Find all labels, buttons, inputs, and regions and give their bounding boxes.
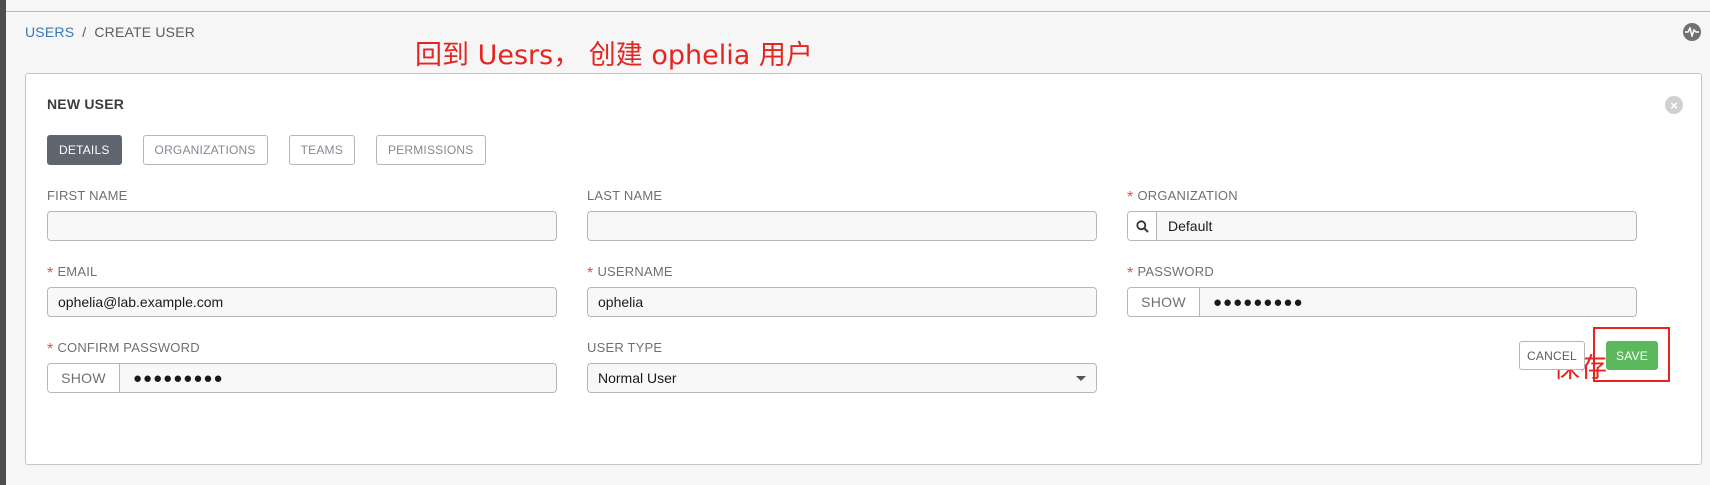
required-marker: * bbox=[587, 265, 594, 282]
confirm-password-group: SHOW ●●●●●●●●● bbox=[47, 363, 557, 393]
tab-organizations[interactable]: ORGANIZATIONS bbox=[142, 135, 268, 165]
caret-down-icon bbox=[1076, 376, 1086, 381]
username-label-row: * USERNAME bbox=[587, 264, 1097, 282]
user-type-select[interactable]: Normal User bbox=[587, 363, 1097, 393]
confirm-password-field-group: * CONFIRM PASSWORD SHOW ●●●●●●●●● bbox=[47, 340, 557, 393]
cancel-button[interactable]: CANCEL bbox=[1519, 341, 1585, 370]
user-type-label: USER TYPE bbox=[587, 340, 663, 355]
last-name-label: LAST NAME bbox=[587, 188, 663, 203]
password-group: SHOW ●●●●●●●●● bbox=[1127, 287, 1637, 317]
username-label: USERNAME bbox=[597, 264, 673, 279]
email-field-group: * EMAIL ophelia@lab.example.com bbox=[47, 264, 557, 317]
required-marker: * bbox=[47, 265, 54, 282]
password-input[interactable]: ●●●●●●●●● bbox=[1200, 288, 1304, 316]
required-marker: * bbox=[1127, 189, 1134, 206]
create-user-page: USERS / CREATE USER 回到 Uesrs， 创建 ophelia 用… bbox=[0, 0, 1710, 485]
close-icon[interactable]: × bbox=[1665, 96, 1683, 114]
email-label-row: * EMAIL bbox=[47, 264, 557, 282]
first-name-input[interactable] bbox=[47, 211, 557, 241]
panel-title: NEW USER bbox=[47, 96, 125, 112]
confirm-password-label: CONFIRM PASSWORD bbox=[57, 340, 200, 355]
required-marker: * bbox=[47, 341, 54, 358]
last-name-input[interactable] bbox=[587, 211, 1097, 241]
organization-input[interactable]: Default bbox=[1157, 212, 1212, 240]
confirm-password-show-button[interactable]: SHOW bbox=[48, 364, 120, 392]
search-icon[interactable] bbox=[1128, 212, 1157, 240]
password-label-row: * PASSWORD bbox=[1127, 264, 1637, 282]
password-show-button[interactable]: SHOW bbox=[1128, 288, 1200, 316]
required-marker: * bbox=[1127, 265, 1134, 282]
tab-bar: DETAILS ORGANIZATIONS TEAMS PERMISSIONS bbox=[47, 135, 507, 165]
left-nav-edge bbox=[0, 0, 6, 485]
confirm-password-label-row: * CONFIRM PASSWORD bbox=[47, 340, 557, 358]
first-name-field-group: FIRST NAME bbox=[47, 188, 557, 241]
username-field-group: * USERNAME ophelia bbox=[587, 264, 1097, 317]
breadcrumb-separator: / bbox=[82, 24, 87, 40]
breadcrumb-users-link[interactable]: USERS bbox=[25, 24, 74, 40]
tab-details[interactable]: DETAILS bbox=[47, 135, 122, 165]
organization-label: ORGANIZATION bbox=[1137, 188, 1238, 203]
annotation-top-note: 回到 Uesrs， 创建 ophelia 用户 bbox=[415, 40, 813, 71]
breadcrumb-current: CREATE USER bbox=[94, 24, 196, 40]
confirm-password-input[interactable]: ●●●●●●●●● bbox=[120, 364, 224, 392]
password-label: PASSWORD bbox=[1137, 264, 1214, 279]
email-input[interactable]: ophelia@lab.example.com bbox=[47, 287, 557, 317]
password-field-group: * PASSWORD SHOW ●●●●●●●●● bbox=[1127, 264, 1637, 317]
tab-permissions[interactable]: PERMISSIONS bbox=[375, 135, 486, 165]
new-user-panel: NEW USER × DETAILS ORGANIZATIONS TEAMS P… bbox=[25, 73, 1702, 465]
last-name-field-group: LAST NAME bbox=[587, 188, 1097, 241]
header-divider bbox=[6, 11, 1710, 12]
email-label: EMAIL bbox=[57, 264, 98, 279]
username-input[interactable]: ophelia bbox=[587, 287, 1097, 317]
user-type-value: Normal User bbox=[598, 370, 677, 386]
save-highlight-box bbox=[1593, 327, 1670, 382]
breadcrumb: USERS / CREATE USER bbox=[25, 24, 195, 40]
tab-teams[interactable]: TEAMS bbox=[288, 135, 355, 165]
activity-stream-icon[interactable] bbox=[1683, 23, 1701, 41]
user-type-field-group: USER TYPE Normal User bbox=[587, 340, 1097, 393]
first-name-label: FIRST NAME bbox=[47, 188, 128, 203]
organization-field-group: * ORGANIZATION Default bbox=[1127, 188, 1637, 241]
organization-lookup: Default bbox=[1127, 211, 1637, 241]
organization-label-row: * ORGANIZATION bbox=[1127, 188, 1637, 206]
